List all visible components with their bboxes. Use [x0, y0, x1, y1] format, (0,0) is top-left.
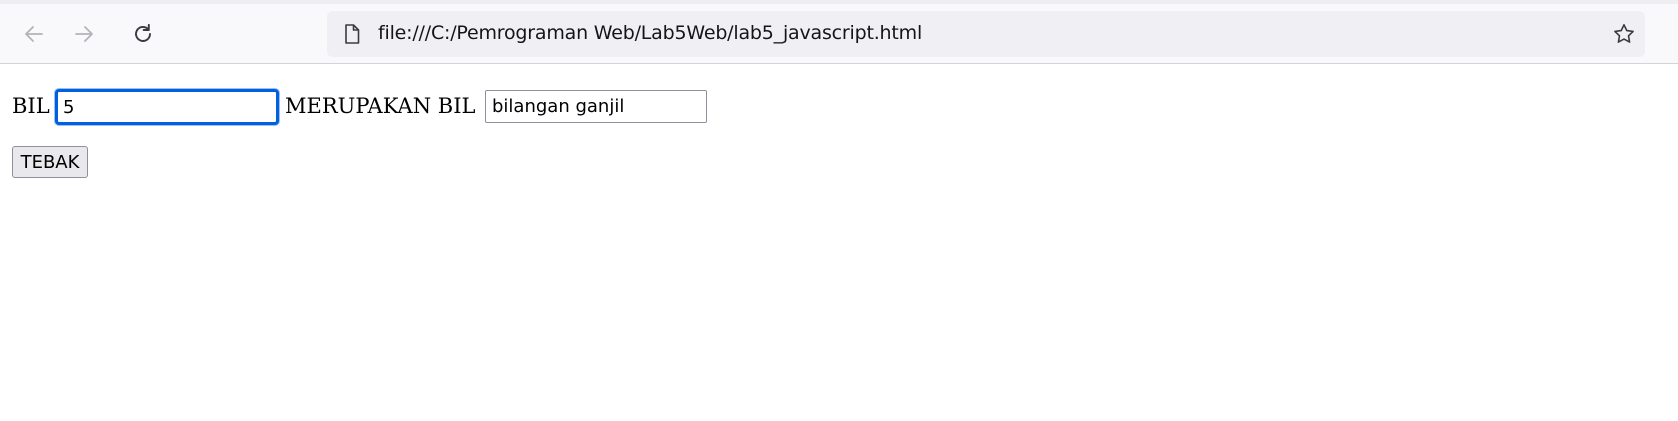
- arrow-left-icon: [25, 26, 43, 42]
- page-content: BIL MERUPAKAN BIL TEBAK: [0, 65, 1678, 421]
- result-label: MERUPAKAN BIL: [285, 94, 476, 118]
- browser-toolbar: file:///C:/Pemrograman Web/Lab5Web/lab5_…: [0, 4, 1678, 64]
- arrow-right-icon: [75, 26, 93, 42]
- star-icon[interactable]: [1612, 22, 1636, 46]
- bil-input[interactable]: [55, 89, 279, 125]
- back-button[interactable]: [18, 18, 50, 50]
- tebak-button[interactable]: TEBAK: [12, 146, 88, 178]
- forward-button[interactable]: [68, 18, 100, 50]
- url-text[interactable]: file:///C:/Pemrograman Web/Lab5Web/lab5_…: [378, 22, 922, 44]
- bil-label: BIL: [12, 94, 50, 118]
- page-document-icon: [345, 24, 360, 44]
- reload-icon: [135, 23, 151, 42]
- result-output[interactable]: [485, 90, 707, 123]
- address-bar[interactable]: file:///C:/Pemrograman Web/Lab5Web/lab5_…: [327, 11, 1645, 57]
- reload-button[interactable]: [127, 18, 159, 50]
